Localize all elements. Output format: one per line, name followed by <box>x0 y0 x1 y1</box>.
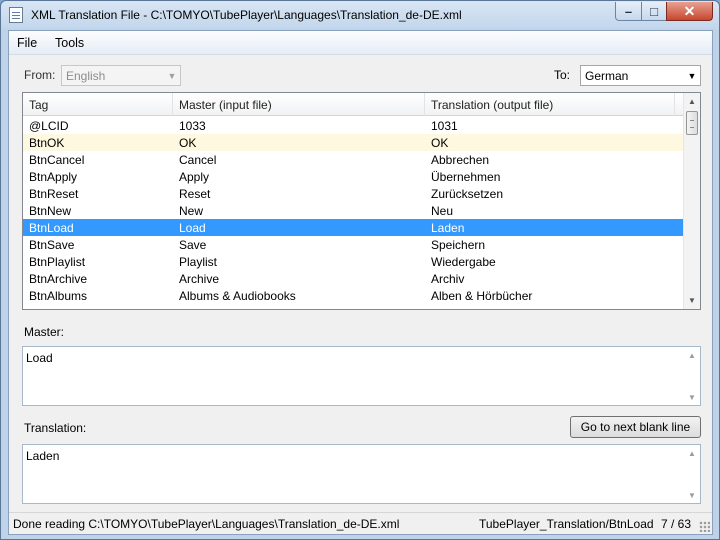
cell-master: Playlist <box>179 255 218 269</box>
cell-tag: BtnAlbums <box>29 289 88 303</box>
grid-header: Tag Master (input file) Translation (out… <box>23 93 685 116</box>
status-position: 7 / 63 <box>661 517 692 531</box>
scroll-up-icon[interactable]: ▲ <box>684 445 700 461</box>
title-bar[interactable]: XML Translation File - C:\TOMYO\TubePlay… <box>1 1 719 29</box>
chevron-down-icon: ▼ <box>167 70 177 81</box>
translation-textbox[interactable]: Laden ▲ ▼ <box>22 444 701 504</box>
translation-label: Translation: <box>24 421 87 435</box>
table-row[interactable]: BtnCancel Cancel Abbrechen <box>23 151 685 168</box>
from-language-select: English ▼ <box>61 65 181 86</box>
cell-tag: BtnReset <box>29 187 79 201</box>
window-title: XML Translation File - C:\TOMYO\TubePlay… <box>31 8 462 22</box>
table-row[interactable]: BtnReset Reset Zurücksetzen <box>23 185 685 202</box>
to-language-select[interactable]: German ▼ <box>580 65 701 86</box>
client-area: File Tools From: English ▼ To: German ▼ … <box>8 30 713 535</box>
cell-master: New <box>179 204 204 218</box>
cell-tag: BtnSave <box>29 238 75 252</box>
cell-translation: Neu <box>431 204 454 218</box>
grid-scrollbar[interactable]: ▲ ▼ <box>683 93 700 309</box>
table-row[interactable]: BtnAlbums Albums & Audiobooks Alben & Hörb… <box>23 287 685 304</box>
master-text: Load <box>26 351 53 365</box>
resize-grip-icon[interactable] <box>699 521 710 532</box>
column-header-master[interactable]: Master (input file) <box>173 93 425 116</box>
maximize-button[interactable]: □ <box>641 2 667 21</box>
column-header-translation[interactable]: Translation (output file) <box>425 93 675 116</box>
next-blank-line-button[interactable]: Go to next blank line <box>570 416 701 438</box>
translation-text: Laden <box>26 449 60 463</box>
table-row[interactable]: BtnNew New Neu <box>23 202 685 219</box>
cell-master: Load <box>179 221 206 235</box>
close-icon: ✕ <box>683 2 696 19</box>
scroll-up-icon[interactable]: ▲ <box>684 93 700 110</box>
minimize-icon: – <box>624 3 633 19</box>
master-textbox[interactable]: Load ▲ ▼ <box>22 346 701 406</box>
document-icon <box>9 7 23 23</box>
grid-rows: @LCID 1033 1031 BtnOK OK OK BtnCancel Cancel Abb… <box>23 117 685 304</box>
cell-tag: BtnArchive <box>29 272 88 286</box>
status-message: Done reading C:\TOMYO\TubePlayer\Languag… <box>13 517 400 531</box>
cell-master: OK <box>179 136 197 150</box>
main-window: XML Translation File - C:\TOMYO\TubePlay… <box>0 0 720 540</box>
column-header-tag[interactable]: Tag <box>23 93 173 116</box>
cell-translation: Abbrechen <box>431 153 490 167</box>
cell-tag: BtnLoad <box>29 221 74 235</box>
cell-translation: OK <box>431 136 449 150</box>
table-row[interactable]: BtnSave Save Speichern <box>23 236 685 253</box>
master-scrollbar[interactable]: ▲ ▼ <box>684 347 700 405</box>
from-language-value: English <box>66 69 106 83</box>
scroll-down-icon[interactable]: ▼ <box>684 487 700 503</box>
from-label: From: <box>24 68 56 82</box>
cell-tag: BtnApply <box>29 170 78 184</box>
minimize-button[interactable]: – <box>615 2 642 21</box>
maximize-icon: □ <box>650 3 658 19</box>
cell-master: Albums & Audiobooks <box>179 289 296 303</box>
cell-master: Cancel <box>179 153 217 167</box>
table-row[interactable]: BtnLoad Load Laden <box>23 219 685 236</box>
status-bar: Done reading C:\TOMYO\TubePlayer\Languag… <box>9 512 712 534</box>
table-row[interactable]: BtnPlaylist Playlist Wiedergabe <box>23 253 685 270</box>
scroll-down-icon[interactable]: ▼ <box>684 292 700 309</box>
cell-translation: Wiedergabe <box>431 255 496 269</box>
to-label: To: <box>554 68 571 82</box>
translation-grid[interactable]: Tag Master (input file) Translation (out… <box>22 92 701 310</box>
table-row[interactable]: BtnOK OK OK <box>23 134 685 151</box>
status-path: TubePlayer_Translation/BtnLoad <box>479 517 654 531</box>
cell-tag: BtnOK <box>29 136 65 150</box>
chevron-down-icon[interactable]: ▼ <box>684 66 700 85</box>
cell-tag: BtnPlaylist <box>29 255 86 269</box>
cell-translation: 1031 <box>431 119 458 133</box>
cell-translation: Zurücksetzen <box>431 187 504 201</box>
scroll-up-icon[interactable]: ▲ <box>684 347 700 363</box>
cell-tag: BtnCancel <box>29 153 85 167</box>
table-row[interactable]: BtnArchive Archive Archiv <box>23 270 685 287</box>
scroll-thumb[interactable] <box>686 111 698 135</box>
cell-master: Save <box>179 238 207 252</box>
menu-tools[interactable]: Tools <box>55 36 84 50</box>
cell-translation: Speichern <box>431 238 486 252</box>
cell-translation: Laden <box>431 221 465 235</box>
scroll-down-icon[interactable]: ▼ <box>684 389 700 405</box>
cell-translation: Alben & Hörbücher <box>431 289 533 303</box>
cell-translation: Übernehmen <box>431 170 501 184</box>
table-row[interactable]: BtnApply Apply Übernehmen <box>23 168 685 185</box>
cell-tag: BtnNew <box>29 204 72 218</box>
translation-scrollbar[interactable]: ▲ ▼ <box>684 445 700 503</box>
menu-file[interactable]: File <box>17 36 37 50</box>
cell-master: Reset <box>179 187 211 201</box>
cell-master: 1033 <box>179 119 206 133</box>
menu-bar: File Tools <box>9 31 712 55</box>
master-label: Master: <box>24 325 65 339</box>
cell-master: Archive <box>179 272 220 286</box>
cell-master: Apply <box>179 170 210 184</box>
cell-translation: Archiv <box>431 272 465 286</box>
close-button[interactable]: ✕ <box>666 2 713 21</box>
cell-tag: @LCID <box>29 119 69 133</box>
to-language-value: German <box>585 69 629 83</box>
table-row[interactable]: @LCID 1033 1031 <box>23 117 685 134</box>
